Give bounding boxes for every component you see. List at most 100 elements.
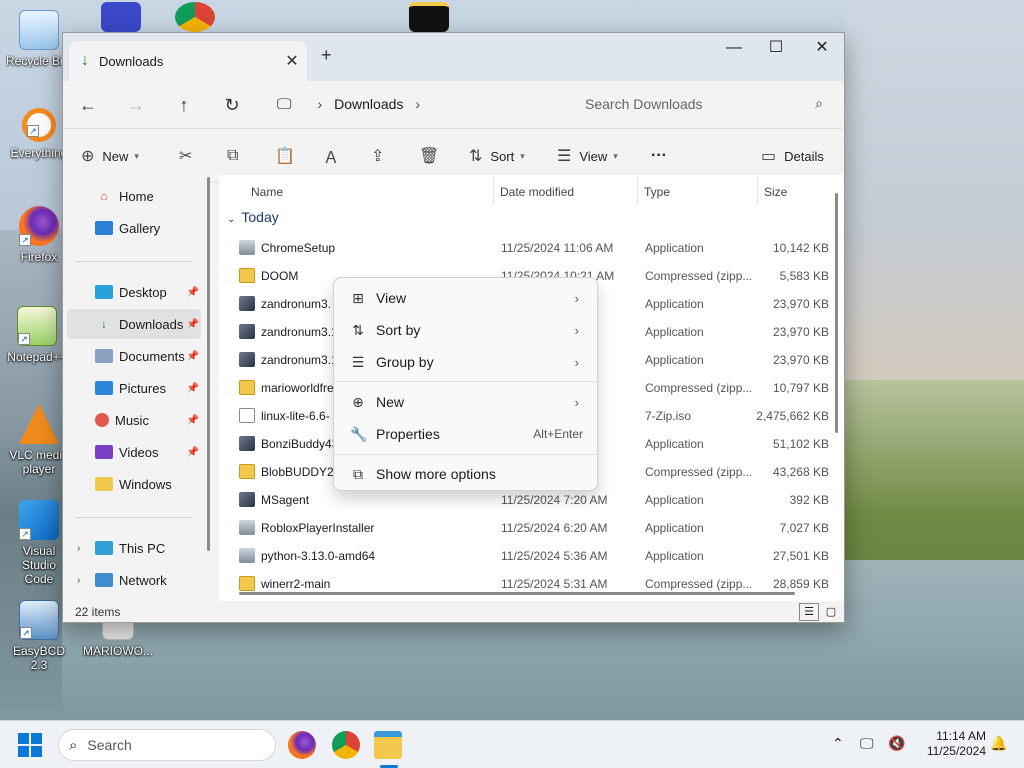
sidebar-item-downloads[interactable]: ↓ Downloads 📌 <box>67 309 201 339</box>
sidebar-item-gallery[interactable]: Gallery <box>67 213 201 243</box>
sidebar-item-desktop[interactable]: Desktop 📌 <box>67 277 201 307</box>
desktop-notepadpp[interactable]: ↗ Notepad++ <box>4 306 70 364</box>
forward-button[interactable]: → <box>121 91 151 119</box>
column-header-date[interactable]: Date modified <box>500 179 574 205</box>
breadcrumb-downloads[interactable]: Downloads <box>334 96 403 112</box>
search-input[interactable]: Search Downloads ⌕ <box>573 87 837 121</box>
view-button[interactable]: ☰ View ▾ <box>557 143 618 169</box>
table-row[interactable]: ChromeSetup 11/25/2024 11:06 AM Applicatio… <box>219 234 839 262</box>
new-button[interactable]: ⊕ New ▾ <box>81 143 139 169</box>
network-icon[interactable]: 🖵 <box>860 735 874 752</box>
list-icon: ☰ <box>351 353 365 370</box>
refresh-icon: ↻ <box>224 95 240 115</box>
taskbar-chrome[interactable] <box>332 731 360 759</box>
file-type: Application <box>645 521 704 535</box>
share-button[interactable]: ⇪ <box>371 143 392 169</box>
pin-icon[interactable]: 📌 <box>187 447 199 458</box>
new-tab-button[interactable]: + <box>321 45 332 66</box>
sidebar-item-music[interactable]: Music 📌 <box>67 405 201 435</box>
volume-muted-icon[interactable]: 🔇 <box>888 735 905 752</box>
sidebar-item-windows[interactable]: Windows <box>67 469 201 499</box>
menu-item-sort-by[interactable]: ⇅ Sort by › <box>338 314 595 346</box>
start-button[interactable] <box>18 733 42 757</box>
pin-icon[interactable]: 📌 <box>187 287 199 298</box>
column-header-type[interactable]: Type <box>644 179 670 205</box>
chevron-right-icon[interactable]: › <box>415 96 420 112</box>
file-name: zandronum3. <box>261 297 332 311</box>
details-pane-button[interactable]: ▭ Details <box>761 143 824 169</box>
menu-item-new[interactable]: ⊕ New › <box>338 386 595 418</box>
close-tab-button[interactable]: ✕ <box>277 51 307 71</box>
search-placeholder: Search Downloads <box>585 96 703 112</box>
copy-button[interactable]: ⧉ <box>227 143 246 169</box>
file-size: 5,583 KB <box>779 269 829 283</box>
chevron-right-icon[interactable]: › <box>77 575 80 586</box>
taskbar-search[interactable]: ⌕ Search <box>58 729 276 761</box>
column-header-name[interactable]: Name <box>251 179 283 205</box>
table-row[interactable]: RobloxPlayerInstaller 11/25/2024 6:20 AM A… <box>219 514 839 542</box>
delete-button[interactable]: 🗑 <box>419 143 447 169</box>
notification-bell-icon[interactable]: 🔔 <box>990 735 1007 752</box>
installer-icon <box>239 548 255 563</box>
menu-item-properties[interactable]: 🔧 Properties Alt+Enter <box>338 418 595 450</box>
column-header-size[interactable]: Size <box>764 179 787 205</box>
trash-icon: 🗑 <box>419 148 440 165</box>
refresh-button[interactable]: ↻ <box>217 91 247 119</box>
file-name: python-3.13.0-amd64 <box>261 549 376 563</box>
taskbar-file-explorer[interactable] <box>374 731 402 759</box>
vertical-scrollbar[interactable] <box>835 193 838 433</box>
sidebar-item-home[interactable]: ⌂ Home <box>67 181 201 211</box>
desktop-chrome[interactable] <box>162 2 228 36</box>
taskbar-firefox[interactable] <box>288 731 316 759</box>
file-type: Compressed (zipp... <box>645 465 753 479</box>
details-view-toggle[interactable]: ☰ <box>799 603 819 621</box>
sidebar-item-this-pc[interactable]: › This PC <box>67 533 201 563</box>
back-button[interactable]: ← <box>73 91 103 119</box>
desktop-partial-icon[interactable] <box>88 2 154 36</box>
pin-icon[interactable]: 📌 <box>187 383 199 394</box>
maximize-button[interactable]: ☐ <box>753 33 799 65</box>
more-options-button[interactable]: ··· <box>651 143 667 169</box>
file-name: BlobBUDDY2_ <box>261 465 341 479</box>
windows-logo-icon <box>18 733 29 744</box>
close-window-button[interactable]: ✕ <box>799 33 844 65</box>
pin-icon[interactable]: 📌 <box>187 415 199 426</box>
column-separator[interactable] <box>757 177 758 205</box>
sidebar-scrollbar[interactable] <box>207 177 210 551</box>
clock[interactable]: 11:14 AM 11/25/2024 <box>914 729 986 759</box>
pin-icon[interactable]: 📌 <box>187 351 199 362</box>
clipboard-icon: 📋 <box>275 148 295 165</box>
file-name: winerr2-main <box>261 577 331 591</box>
file-size: 27,501 KB <box>772 549 829 563</box>
desktop-folder[interactable] <box>396 2 462 36</box>
sidebar-item-videos[interactable]: Videos 📌 <box>67 437 201 467</box>
minimize-button[interactable]: — <box>711 33 757 65</box>
rename-button[interactable]: Ａ <box>323 143 347 169</box>
show-hidden-icons-button[interactable]: ⌃ <box>832 735 844 752</box>
tab-downloads[interactable]: ↓ Downloads ✕ <box>69 41 307 81</box>
menu-item-view[interactable]: ⊞ View › <box>338 282 595 314</box>
pin-icon[interactable]: 📌 <box>187 319 199 330</box>
paste-button[interactable]: 📋 <box>275 143 303 169</box>
table-row[interactable]: python-3.13.0-amd64 11/25/2024 5:36 AM App… <box>219 542 839 570</box>
group-header-today[interactable]: ⌄ Today <box>227 209 279 225</box>
menu-item-show-more-options[interactable]: ⧉ Show more options <box>338 458 595 490</box>
horizontal-scrollbar[interactable] <box>239 592 795 595</box>
tiles-view-toggle[interactable]: ▢ <box>821 603 841 621</box>
column-separator[interactable] <box>493 177 494 205</box>
address-bar[interactable]: 🖵 › Downloads › <box>267 87 563 121</box>
vscode-icon: ↗ <box>19 500 59 540</box>
up-button[interactable]: ↑ <box>169 91 199 119</box>
chevron-right-icon[interactable]: › <box>77 543 80 554</box>
sidebar-item-pictures[interactable]: Pictures 📌 <box>67 373 201 403</box>
sidebar-item-network[interactable]: › Network <box>67 565 201 595</box>
tab-title: Downloads <box>99 53 164 69</box>
file-type: Application <box>645 241 704 255</box>
file-name: linux-lite-6.6- <box>261 409 330 423</box>
menu-item-group-by[interactable]: ☰ Group by › <box>338 346 595 378</box>
cut-button[interactable]: ✂ <box>179 143 200 169</box>
download-arrow-icon: ↓ <box>81 52 89 69</box>
sort-button[interactable]: ⇅ Sort ▾ <box>469 143 525 169</box>
sidebar-item-documents[interactable]: Documents 📌 <box>67 341 201 371</box>
column-separator[interactable] <box>637 177 638 205</box>
